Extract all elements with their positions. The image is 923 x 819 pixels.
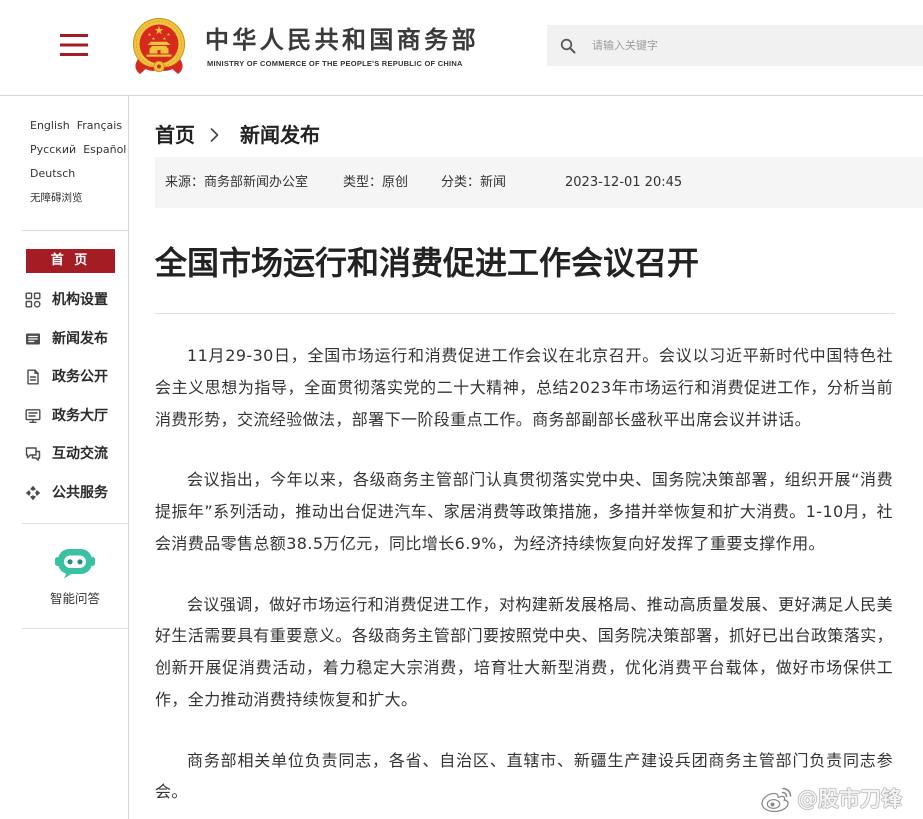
article-title: 全国市场运行和消费促进工作会议召开 [155,244,700,282]
nav-item-interaction[interactable]: 互动交流 [0,435,128,474]
nav-item-label: 政务公开 [52,369,108,385]
article-paragraph: 会议指出，今年以来，各级商务主管部门认真贯彻落实党中央、国务院决策部署，组织开展… [155,470,893,553]
site-header: 中华人民共和国商务部 MINISTRY OF COMMERCE OF THE P… [0,0,923,96]
chat-icon [25,447,41,462]
document-icon [27,369,39,385]
language-links: English Français Русский Español Deutsch 无… [30,114,133,210]
article-source: 来源：商务部新闻办公室 [165,175,309,190]
nav-item-label: 新闻发布 [52,330,108,347]
watermark: @股市刀锋 [760,783,920,815]
nav-item-government-affairs[interactable]: 政务公开 [0,358,128,397]
nav-item-service-hall[interactable]: 政务大厅 [0,397,128,436]
news-icon [26,333,40,345]
search-input[interactable] [592,25,912,66]
divider [22,230,128,231]
org-structure-icon [25,292,41,308]
article-meta-bar: 来源：商务部新闻办公室 类型：原创 分类：新闻 2023-12-01 20:45 [155,157,923,208]
hamburger-menu-icon [60,34,88,56]
search-box [547,25,923,66]
language-row: English Français [30,114,133,138]
public-service-icon [25,485,41,500]
nav-item-public-service[interactable]: 公共服务 [0,474,128,513]
article-datetime: 2023-12-01 20:45 [565,175,683,190]
title-divider [155,313,895,314]
site-title: 中华人民共和国商务部 [205,26,479,54]
nav-item-label: 公共服务 [52,484,108,501]
site-subtitle: MINISTRY OF COMMERCE OF THE PEOPLE'S REP… [207,59,463,68]
search-icon [560,38,576,54]
search-button[interactable] [560,38,576,54]
service-hall-icon [25,408,41,423]
breadcrumb-news-link[interactable]: 新闻发布 [240,121,320,149]
article-category: 分类：新闻 [441,175,507,190]
accessibility-link[interactable]: 无障碍浏览 [30,192,83,204]
home-button[interactable]: 首 页 [26,249,115,273]
chatbot-icon [55,549,95,579]
lang-english-link[interactable]: English [30,119,70,132]
language-row: Deutsch [30,162,133,186]
smart-assistant-label: 智能问答 [49,591,100,606]
nav-item-label: 互动交流 [52,446,108,462]
language-row: 无障碍浏览 [30,186,133,210]
language-row: Русский Español [30,138,133,162]
site-logo-link[interactable]: 中华人民共和国商务部 MINISTRY OF COMMERCE OF THE P… [131,16,491,80]
sidebar: English Français Русский Español Deutsch 无… [0,96,129,819]
article-paragraph: 会议强调，做好市场运行和消费促进工作，对构建新发展格局、推动高质量发展、更好满足… [155,594,893,709]
chevron-right-icon [210,128,219,142]
nav-item-news[interactable]: 新闻发布 [0,320,128,359]
article-body: 11月29-30日，全国市场运行和消费促进工作会议在北京召开。会议以习近平新时代… [155,340,893,819]
breadcrumb: 首页 新闻发布 [155,121,320,149]
breadcrumb-home-link[interactable]: 首页 [155,121,195,149]
nav-item-label: 机构设置 [52,292,108,308]
national-emblem-icon [133,18,185,74]
lang-french-link[interactable]: Français [77,119,122,132]
smart-assistant-button[interactable]: 智能问答 [22,543,128,615]
divider [22,523,128,524]
lang-russian-link[interactable]: Русский [30,143,76,156]
lang-german-link[interactable]: Deutsch [30,167,75,180]
weibo-icon [761,787,792,813]
article-paragraph: 11月29-30日，全国市场运行和消费促进工作会议在北京召开。会议以习近平新时代… [155,346,893,429]
lang-spanish-link[interactable]: Español [83,143,126,156]
watermark-text: @股市刀锋 [797,787,902,811]
nav-item-label: 政务大厅 [52,407,108,424]
article-type: 类型：原创 [343,175,409,190]
menu-button[interactable] [60,34,88,56]
divider [22,628,128,629]
sidebar-nav: 机构设置 新闻发布 政务公开 政务大厅 互动交流 公共服务 [0,281,128,512]
nav-item-organization[interactable]: 机构设置 [0,281,128,320]
